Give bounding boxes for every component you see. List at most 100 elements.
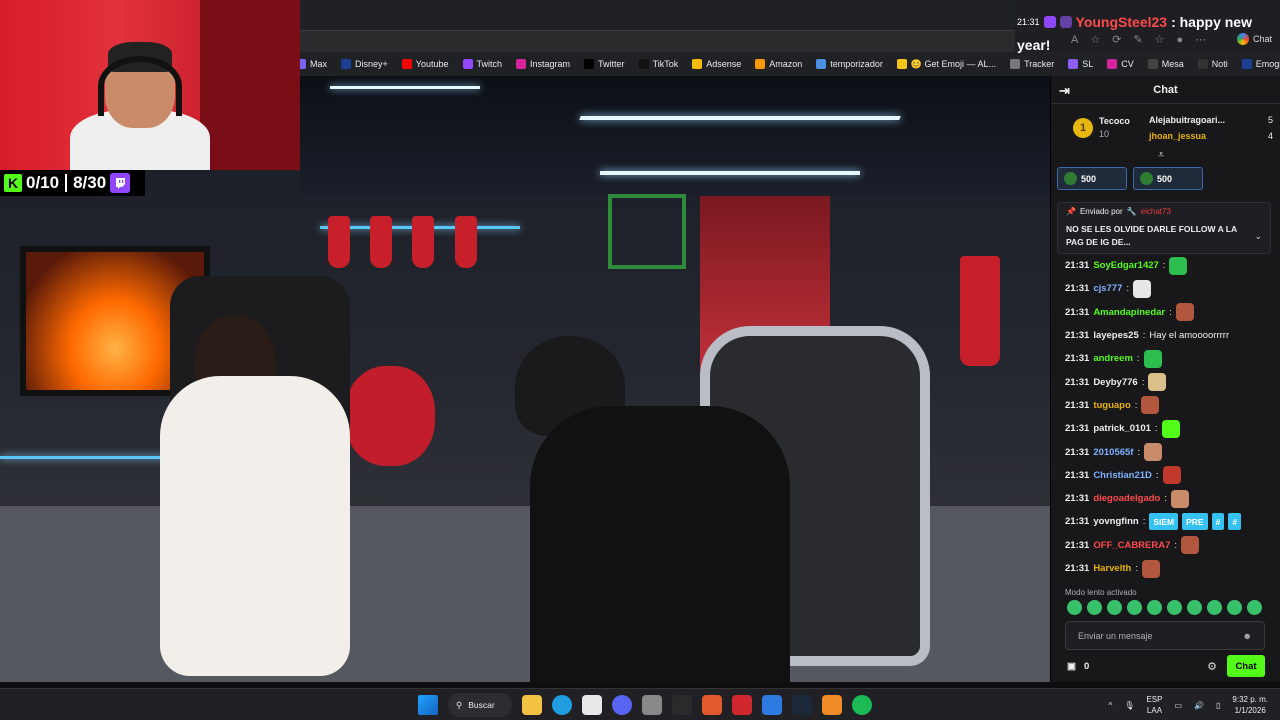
file-explorer-icon[interactable] [522,695,542,715]
emote-icon[interactable] [1187,600,1202,615]
emote-icon[interactable] [1247,600,1262,615]
chevron-down-icon[interactable]: ⌄ [1254,231,1262,242]
message-username[interactable]: OFF_CABRERA7 [1093,540,1170,551]
chat-message[interactable]: 21:31 diegoadelgado: [1065,487,1275,510]
read-aloud-icon[interactable]: A [1071,34,1078,46]
bookmark-9[interactable]: temporizador [816,59,883,69]
pinned-message[interactable]: 📌 Enviado por 🔧 elchat73 NO SE LES OLVID… [1057,202,1271,254]
browser-tab-bar[interactable] [300,0,1015,30]
app-icon[interactable] [582,695,602,715]
settings-gear-icon[interactable]: ⚙ [1207,660,1217,673]
emote-icon[interactable] [1087,600,1102,615]
leaderboard[interactable]: 1 Tecoco 10 Alejabuitragoari... 5 jhoan_… [1073,110,1273,150]
address-bar[interactable] [300,30,1015,52]
bookmark-8[interactable]: Amazon [755,59,802,69]
profile-icon[interactable]: ● [1177,34,1184,46]
chat-message[interactable]: 21:31 yovngfinn: SIEM PRE # # [1065,510,1275,533]
discord-icon[interactable] [612,695,632,715]
chat-message[interactable]: 21:31 Christian21D: [1065,464,1275,487]
favorites-icon[interactable]: ☆ [1155,33,1165,46]
bookmark-13[interactable]: CV [1107,59,1134,69]
message-username[interactable]: yovngfinn [1093,516,1138,527]
chat-title: Chat [1153,83,1178,96]
chevron-up-icon[interactable]: ^ [1109,701,1113,710]
extension-icon[interactable]: ⟳ [1112,33,1121,46]
chat-message[interactable]: 21:31 SoyEdgar1427: [1065,254,1275,277]
message-username[interactable]: andreem [1093,353,1133,364]
more-icon[interactable]: ⋯ [1195,33,1206,46]
message-username[interactable]: Deyby776 [1093,377,1137,388]
copilot-label: Chat [1252,34,1272,44]
chat-message[interactable]: 21:31 OFF_CABRERA7: [1065,534,1275,557]
emote-icon[interactable] [1067,600,1082,615]
send-chat-button[interactable]: Chat [1227,655,1265,677]
bookmark-10[interactable]: 😊 Get Emoji — AL... [896,59,996,70]
edge-icon[interactable] [552,695,572,715]
gift-pill[interactable]: 500 [1133,167,1203,190]
bookmark-4[interactable]: Instagram [516,59,570,69]
epic-icon[interactable] [672,695,692,715]
clock[interactable]: 9:32 p. m. 1/1/2026 [1232,694,1268,716]
app-icon-3[interactable] [702,695,722,715]
message-username[interactable]: SoyEdgar1427 [1093,260,1158,271]
chat-message[interactable]: 21:31 patrick_0101: [1065,417,1275,440]
steam-icon[interactable] [792,695,812,715]
favorite-icon[interactable]: ☆ [1090,33,1100,46]
bookmark-15[interactable]: Noti [1197,59,1228,69]
message-username[interactable]: Amandapinedar [1093,307,1165,318]
message-username[interactable]: tuguapo [1093,400,1130,411]
windows-start-icon[interactable] [418,695,438,715]
app-icon-2[interactable] [642,695,662,715]
bookmark-0[interactable]: Max [296,59,327,69]
message-username[interactable]: 2010565f [1093,447,1133,458]
message-username[interactable]: cjs777 [1093,283,1122,294]
bookmark-5[interactable]: Twitter [584,59,625,69]
language-indicator[interactable]: ESP LAA [1146,694,1162,716]
chat-message[interactable]: 21:31 2010565f: [1065,440,1275,463]
bookmark-16[interactable]: Emogis [1241,59,1280,69]
chat-message[interactable]: 21:31 Deyby776: [1065,370,1275,393]
bookmark-3[interactable]: Twitch [462,59,502,69]
extensions-icon[interactable]: ✎ [1133,33,1142,46]
message-username[interactable]: layepes25 [1093,330,1138,341]
chat-message[interactable]: 21:31 andreem: [1065,347,1275,370]
microphone-icon[interactable]: 🎙 [1124,701,1134,710]
chat-message[interactable]: 21:31 tuguapo: [1065,394,1275,417]
bookmark-11[interactable]: Tracker [1010,59,1054,69]
app-icon-5[interactable] [762,695,782,715]
chat-message[interactable]: 21:31 Harvelth: [1065,557,1275,580]
emote-icon[interactable] [1147,600,1162,615]
emote-icon[interactable] [1107,600,1122,615]
message-username[interactable]: Christian21D [1093,470,1152,481]
spotify-icon[interactable] [852,695,872,715]
app-icon-4[interactable] [732,695,752,715]
volume-icon[interactable]: 🔊 [1194,701,1204,710]
message-username[interactable]: patrick_0101 [1093,423,1151,434]
bookmark-12[interactable]: SL [1068,59,1093,69]
message-username[interactable]: Harvelth [1093,563,1131,574]
expand-leaderboard-icon[interactable]: ⩡ [1158,149,1164,162]
emote-icon[interactable] [1227,600,1242,615]
chat-message[interactable]: 21:31 layepes25: Hay el amoooorrrrr [1065,324,1275,347]
taskbar-search[interactable]: ⚲ Buscar [448,693,512,717]
chat-input[interactable]: Enviar un mensaje ☻ [1065,621,1265,650]
emote-icon[interactable] [1127,600,1142,615]
emote-icon[interactable] [1207,600,1222,615]
emoji-picker-icon[interactable]: ☻ [1243,631,1252,641]
chat-message[interactable]: 21:31 Amandapinedar: [1065,301,1275,324]
battery-icon[interactable]: ▯ [1216,701,1220,710]
bookmark-1[interactable]: Disney+ [341,59,388,69]
copilot-chat-button[interactable]: Chat [1236,33,1272,45]
app-icon-6[interactable] [822,695,842,715]
bookmark-6[interactable]: TikTok [638,59,678,69]
channel-points[interactable]: ▣ 0 [1067,661,1089,672]
emote-icon[interactable] [1167,600,1182,615]
bookmark-14[interactable]: Mesa [1147,59,1184,69]
network-icon[interactable]: ▭ [1174,701,1182,710]
message-username[interactable]: diegoadelgado [1093,493,1160,504]
bookmark-7[interactable]: Adsense [692,59,741,69]
chat-message[interactable]: 21:31 cjs777: [1065,277,1275,300]
bookmark-2[interactable]: Youtube [401,59,449,69]
collapse-chat-icon[interactable]: ⇥ [1059,83,1070,99]
gift-pill[interactable]: 500 [1057,167,1127,190]
